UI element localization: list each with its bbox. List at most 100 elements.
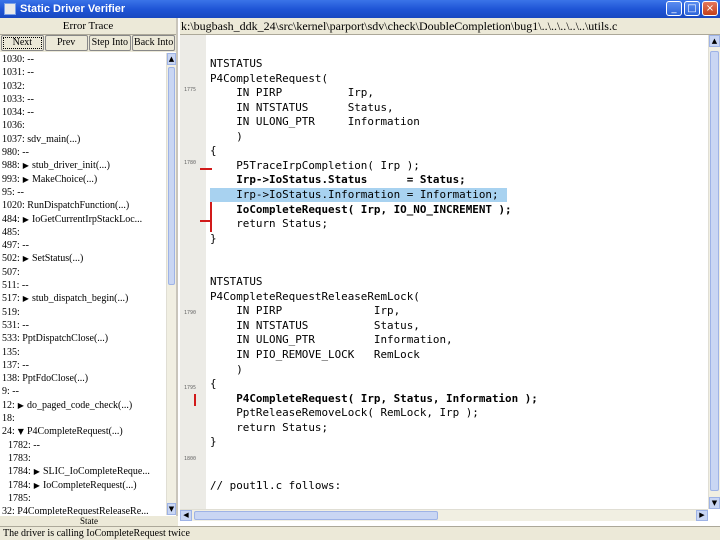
trace-list-item[interactable]: 993: ▶ MakeChoice(...) (2, 173, 166, 186)
trace-item-label: 18: (2, 413, 15, 425)
code-line: NTSTATUS (210, 275, 263, 289)
trace-list-item[interactable]: 24: ▼ P4CompleteRequest(...) (2, 425, 166, 438)
trace-toolbar: Next Prev Step Into Back Into (0, 35, 176, 52)
collapsed-triangle-icon[interactable]: ▶ (18, 399, 24, 412)
code-line: P4CompleteRequestReleaseRemLock( (210, 289, 420, 303)
trace-list-item[interactable]: 1037: sdv_main(...) (2, 133, 166, 146)
scroll-left-arrow-icon[interactable]: ◀ (180, 510, 192, 521)
scroll-thumb[interactable] (710, 51, 719, 491)
trace-list-item[interactable]: 137: -- (2, 359, 166, 372)
trace-list-item[interactable]: 1036: (2, 119, 166, 132)
trace-list-item[interactable]: 484: ▶ IoGetCurrentIrpStackLoc... (2, 213, 166, 226)
code-line: } (210, 231, 217, 245)
trace-item-label: 32: P4CompleteRequestReleaseRe... (2, 506, 149, 515)
trace-list-item[interactable]: 32: P4CompleteRequestReleaseRe... (2, 505, 166, 515)
trace-list-item[interactable]: 1034: -- (2, 106, 166, 119)
trace-list-item[interactable]: 1785: (2, 492, 166, 505)
status-bar: The driver is calling IoCompleteRequest … (0, 526, 720, 540)
trace-list-item[interactable]: 95: -- (2, 186, 166, 199)
maximize-button[interactable]: □ (684, 1, 700, 16)
code-line: ) (210, 129, 243, 143)
trace-list-item[interactable]: 507: (2, 266, 166, 279)
trace-item-label: 980: -- (2, 147, 29, 159)
scroll-up-arrow-icon[interactable]: ▲ (709, 35, 720, 47)
trace-item-call: MakeChoice(...) (31, 173, 98, 185)
trace-list-item[interactable]: 980: -- (2, 146, 166, 159)
trace-list-item[interactable]: 1782: -- (2, 439, 166, 452)
trace-item-label: 95: -- (2, 186, 24, 198)
trace-item-label: 511: -- (2, 280, 29, 292)
code-line: PptReleaseRemoveLock( RemLock, Irp ); (210, 406, 479, 420)
line-number-gutter: 1775 1780 1790 1795 1800 (180, 35, 206, 509)
trace-list-item[interactable]: 1020: RunDispatchFunction(...) (2, 199, 166, 212)
collapsed-triangle-icon[interactable]: ▶ (23, 173, 29, 186)
scroll-down-arrow-icon[interactable]: ▼ (709, 497, 720, 509)
trace-list-item[interactable]: 511: -- (2, 279, 166, 292)
trace-list-item[interactable]: 9: -- (2, 385, 166, 398)
trace-item-label: 519: (2, 306, 20, 318)
trace-item-label: 507: (2, 266, 20, 278)
close-button[interactable]: × (702, 1, 718, 16)
trace-list-item[interactable]: 1784: ▶ IoCompleteRequest(...) (2, 479, 166, 492)
trace-list-item[interactable]: 1030: -- (2, 53, 166, 66)
code-line: IN ULONG_PTR Information, (210, 333, 453, 347)
code-view[interactable]: NTSTATUS P4CompleteRequest( IN PIRP Irp, … (210, 35, 700, 509)
prev-button[interactable]: Prev (44, 35, 88, 51)
trace-item-call: IoGetCurrentIrpStackLoc... (31, 213, 143, 225)
trace-list-item[interactable]: 519: (2, 306, 166, 319)
title-bar: Static Driver Verifier _ □ × (0, 0, 720, 18)
trace-list-item[interactable]: 1031: -- (2, 66, 166, 79)
trace-list-item[interactable]: 502: ▶ SetStatus(...) (2, 252, 166, 265)
trace-item-label: 517: (2, 293, 20, 305)
next-button[interactable]: Next (1, 35, 44, 51)
trace-item-label: 1783: (8, 452, 31, 464)
collapsed-triangle-icon[interactable]: ▶ (23, 159, 29, 172)
trace-vertical-scrollbar[interactable]: ▲ ▼ (166, 53, 176, 515)
trace-list-item[interactable]: 485: (2, 226, 166, 239)
expanded-triangle-icon[interactable]: ▼ (18, 425, 24, 438)
code-line: IN PIRP Irp, (210, 86, 374, 100)
collapsed-triangle-icon[interactable]: ▶ (23, 252, 29, 265)
scroll-down-arrow-icon[interactable]: ▼ (167, 503, 176, 515)
step-into-button[interactable]: Step Into (88, 35, 132, 51)
code-vertical-scrollbar[interactable]: ▲ ▼ (708, 35, 720, 509)
trace-list-item[interactable]: 1033: -- (2, 93, 166, 106)
collapsed-triangle-icon[interactable]: ▶ (34, 479, 40, 492)
collapsed-triangle-icon[interactable]: ▶ (34, 465, 40, 478)
collapsed-triangle-icon[interactable]: ▶ (23, 292, 29, 305)
minimize-button[interactable]: _ (666, 1, 682, 16)
code-line: return Status; (210, 217, 329, 231)
trace-item-label: 502: (2, 253, 20, 265)
trace-list-item[interactable]: 1783: (2, 452, 166, 465)
code-line: P4CompleteRequest( (210, 71, 329, 85)
trace-item-label: 531: -- (2, 319, 29, 331)
trace-list-item[interactable]: 988: ▶ stub_driver_init(...) (2, 159, 166, 172)
scroll-right-arrow-icon[interactable]: ▶ (696, 510, 708, 521)
code-line: IN PIO_REMOVE_LOCK RemLock (210, 348, 420, 361)
trace-list-item[interactable]: 531: -- (2, 319, 166, 332)
scroll-thumb[interactable] (194, 511, 438, 520)
scroll-up-arrow-icon[interactable]: ▲ (167, 53, 176, 65)
trace-list-item[interactable]: 1032: (2, 80, 166, 93)
code-line: IN PIRP Irp, (210, 304, 401, 318)
trace-list-item[interactable]: 138: PptFdoClose(...) (2, 372, 166, 385)
trace-list-item[interactable]: 533: PptDispatchClose(...) (2, 332, 166, 345)
trace-list-item[interactable]: 497: -- (2, 239, 166, 252)
trace-list-item[interactable]: 1784: ▶ SLIC_IoCompleteReque... (2, 465, 166, 478)
trace-item-label: 1033: -- (2, 93, 34, 105)
trace-item-call: IoCompleteRequest(...) (42, 479, 137, 491)
code-line: ) (210, 362, 243, 376)
trace-list[interactable]: 1030: -- 1031: -- 1032: 1033: -- 1034: -- 103… (0, 53, 166, 515)
trace-list-item[interactable]: 12: ▶ do_paged_code_check(...) (2, 399, 166, 412)
code-horizontal-scrollbar[interactable]: ◀ ▶ (180, 509, 708, 521)
trace-list-item[interactable]: 135: (2, 346, 166, 359)
collapsed-triangle-icon[interactable]: ▶ (23, 213, 29, 226)
trace-list-item[interactable]: 18: (2, 412, 166, 425)
trace-item-call: SetStatus(...) (31, 253, 84, 265)
source-file-path: k:\bugbash_ddk_24\src\kernel\parport\sdv… (180, 18, 720, 35)
trace-list-item[interactable]: 517: ▶ stub_dispatch_begin(...) (2, 292, 166, 305)
highlighted-code-line: Irp->IoStatus.Information = Information; (210, 187, 507, 202)
scroll-thumb[interactable] (168, 67, 175, 285)
back-into-button[interactable]: Back Into (132, 35, 175, 51)
trace-item-label: 1784: (8, 466, 31, 478)
